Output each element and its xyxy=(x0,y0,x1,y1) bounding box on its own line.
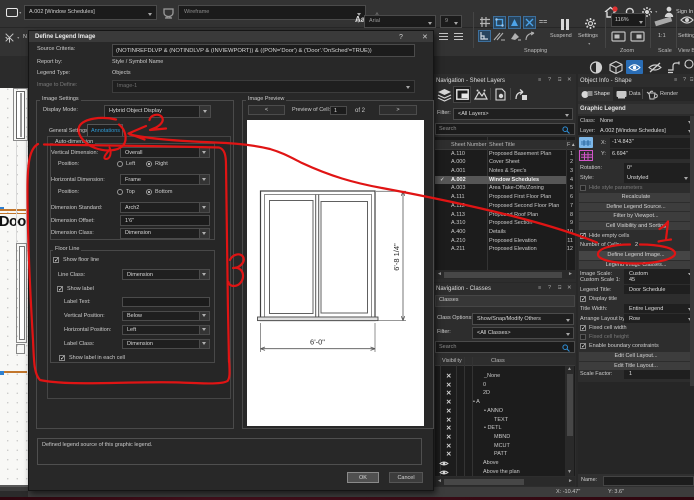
svg-text:6'-0": 6'-0" xyxy=(310,338,325,347)
svg-text:6'-8 1/4": 6'-8 1/4" xyxy=(392,243,401,271)
